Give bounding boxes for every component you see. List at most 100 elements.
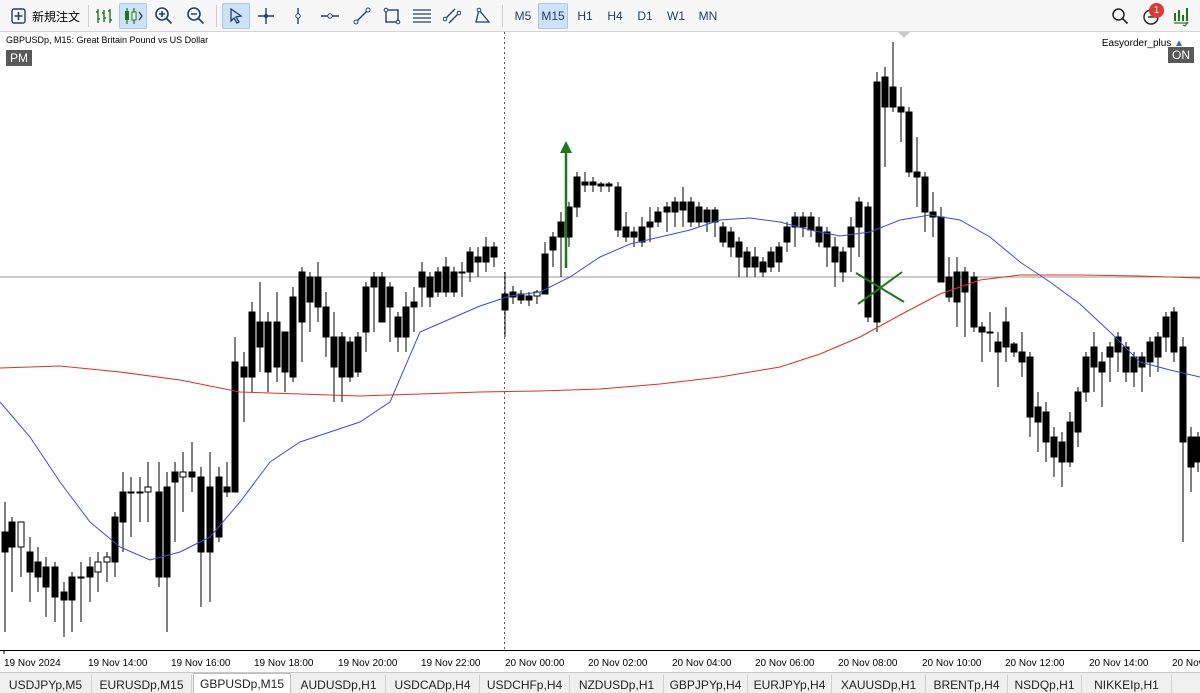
cursor-button[interactable]: [222, 3, 250, 29]
signals-button[interactable]: [1168, 3, 1194, 29]
signals-icon: [1171, 5, 1191, 27]
channel-button[interactable]: [440, 3, 464, 29]
search-button[interactable]: [1108, 3, 1132, 29]
shapes-button[interactable]: [470, 3, 494, 29]
bear-candle: [663, 206, 671, 213]
chart-tab-label: NZDUSDp,H1: [578, 677, 655, 692]
horizontal-line-button[interactable]: [318, 3, 342, 29]
bear-candle: [402, 306, 410, 338]
ea-name-label: Easyorder_plus: [1101, 38, 1172, 49]
timeframe-d1[interactable]: D1: [634, 3, 656, 29]
timeframe-w1[interactable]: W1: [664, 3, 688, 29]
fibonacci-button[interactable]: [410, 3, 434, 29]
time-label: 19 Nov 2024: [4, 658, 61, 669]
bar-chart-button[interactable]: [92, 3, 116, 29]
bear-candle: [298, 271, 306, 323]
bear-candle: [921, 176, 929, 213]
bear-candle: [525, 295, 533, 301]
timeframe-mn[interactable]: MN: [694, 3, 722, 29]
bear-candle: [248, 311, 256, 378]
timeframe-m15[interactable]: M15: [538, 3, 568, 29]
bear-candle: [136, 491, 144, 494]
bear-candle: [695, 206, 703, 223]
chart-tab[interactable]: EURUSDp,M15: [92, 675, 192, 693]
chart-tab[interactable]: NZDUSDp,H1: [570, 675, 664, 693]
crosshair-button[interactable]: [254, 3, 278, 29]
chart-tab[interactable]: BRENTp,H4: [926, 675, 1008, 693]
ea-status-badge[interactable]: ON: [1168, 47, 1194, 63]
trendline-button[interactable]: [350, 3, 374, 29]
bear-candle: [215, 476, 223, 538]
bear-candle: [434, 271, 442, 293]
chart-tab[interactable]: NSDQp,H1: [1008, 675, 1082, 693]
bear-candle: [1187, 436, 1195, 468]
chart-tab[interactable]: USDJPYp,M5: [0, 675, 92, 693]
bear-candle: [767, 251, 775, 268]
chart-canvas[interactable]: 19 Nov 2024 19 Nov 14:00 19 Nov 16:00 19…: [0, 32, 1200, 672]
bear-candle: [1170, 311, 1178, 353]
chart-tab-label: BRENTp,H4: [933, 677, 1000, 692]
bear-candle: [501, 293, 509, 311]
chart-tab[interactable]: XAUUSDp,H1: [832, 675, 926, 693]
chart-tab-active[interactable]: GBPUSDp,M15: [193, 673, 291, 693]
bear-candle: [597, 183, 605, 187]
time-label: 20 Nov 08:00: [838, 658, 898, 669]
bear-candle: [51, 566, 59, 598]
vertical-line-button[interactable]: [286, 3, 310, 29]
bear-candle: [783, 226, 791, 243]
moving-averages: [0, 214, 1200, 561]
bear-candle: [426, 276, 434, 298]
chart-tab[interactable]: EURJPYp,H4: [748, 675, 832, 693]
chart-tab[interactable]: USDCADp,H4: [386, 675, 480, 693]
timeframe-h1[interactable]: H1: [574, 3, 596, 29]
chart-tab-label: NSDQp,H1: [1014, 677, 1075, 692]
timeframe-label: W1: [667, 9, 685, 23]
slow-moving-average: [0, 274, 1200, 397]
rectangle-button[interactable]: [380, 3, 404, 29]
time-label: 19 Nov 20:00: [338, 658, 398, 669]
bear-candle: [273, 321, 281, 368]
chart-tabs: USDJPYp,M5 EURUSDp,M15 GBPUSDp,M15 AUDUS…: [0, 672, 1200, 693]
bear-candle: [687, 201, 695, 223]
bear-candle: [1146, 341, 1154, 363]
bear-candle: [442, 266, 450, 293]
new-order-button[interactable]: 新規注文: [6, 3, 88, 29]
bear-candle: [751, 256, 759, 268]
bear-candle: [1050, 436, 1058, 458]
bear-candle: [256, 321, 264, 348]
bear-candle: [994, 341, 1002, 353]
bear-candle: [743, 251, 751, 268]
bear-candle: [638, 226, 646, 243]
timeframe-m5[interactable]: M5: [510, 3, 536, 29]
bear-candle: [490, 246, 498, 258]
bear-candle: [1090, 346, 1098, 368]
bear-candle: [394, 316, 402, 338]
bear-candle: [727, 231, 735, 248]
time-label: 20 Nov 12:00: [1005, 658, 1065, 669]
bear-candle: [1066, 421, 1074, 463]
bear-candle: [330, 336, 338, 368]
timeframe-label: M15: [541, 9, 565, 23]
chart-tab[interactable]: AUDUSDp,H1: [292, 675, 386, 693]
chart-tab[interactable]: USDCHFp,H4: [480, 675, 570, 693]
timeframe-h4[interactable]: H4: [604, 3, 626, 29]
time-label: 20 Nov 06:00: [755, 658, 815, 669]
bear-candle: [1010, 343, 1018, 353]
bear-candle: [264, 321, 272, 373]
cursor-icon: [227, 7, 245, 25]
chart-tab[interactable]: GBPJPYp,H4: [664, 675, 748, 693]
bear-candle: [42, 566, 50, 588]
zoom-out-button[interactable]: [184, 3, 208, 29]
bear-candle: [1018, 351, 1026, 363]
price-chart[interactable]: 19 Nov 2024 19 Nov 14:00 19 Nov 16:00 19…: [0, 32, 1200, 672]
bear-candle: [1179, 346, 1187, 443]
shapes-icon: [473, 7, 491, 25]
bear-candle: [630, 231, 638, 238]
zoom-in-button[interactable]: [152, 3, 176, 29]
bear-candle: [171, 471, 179, 483]
chart-shift-marker[interactable]: [898, 32, 910, 38]
bear-candle: [1098, 361, 1106, 373]
bear-candle: [1154, 336, 1162, 358]
candlestick-chart-button[interactable]: [119, 3, 147, 29]
chart-tab[interactable]: NIKKEIp,H1: [1082, 675, 1172, 693]
